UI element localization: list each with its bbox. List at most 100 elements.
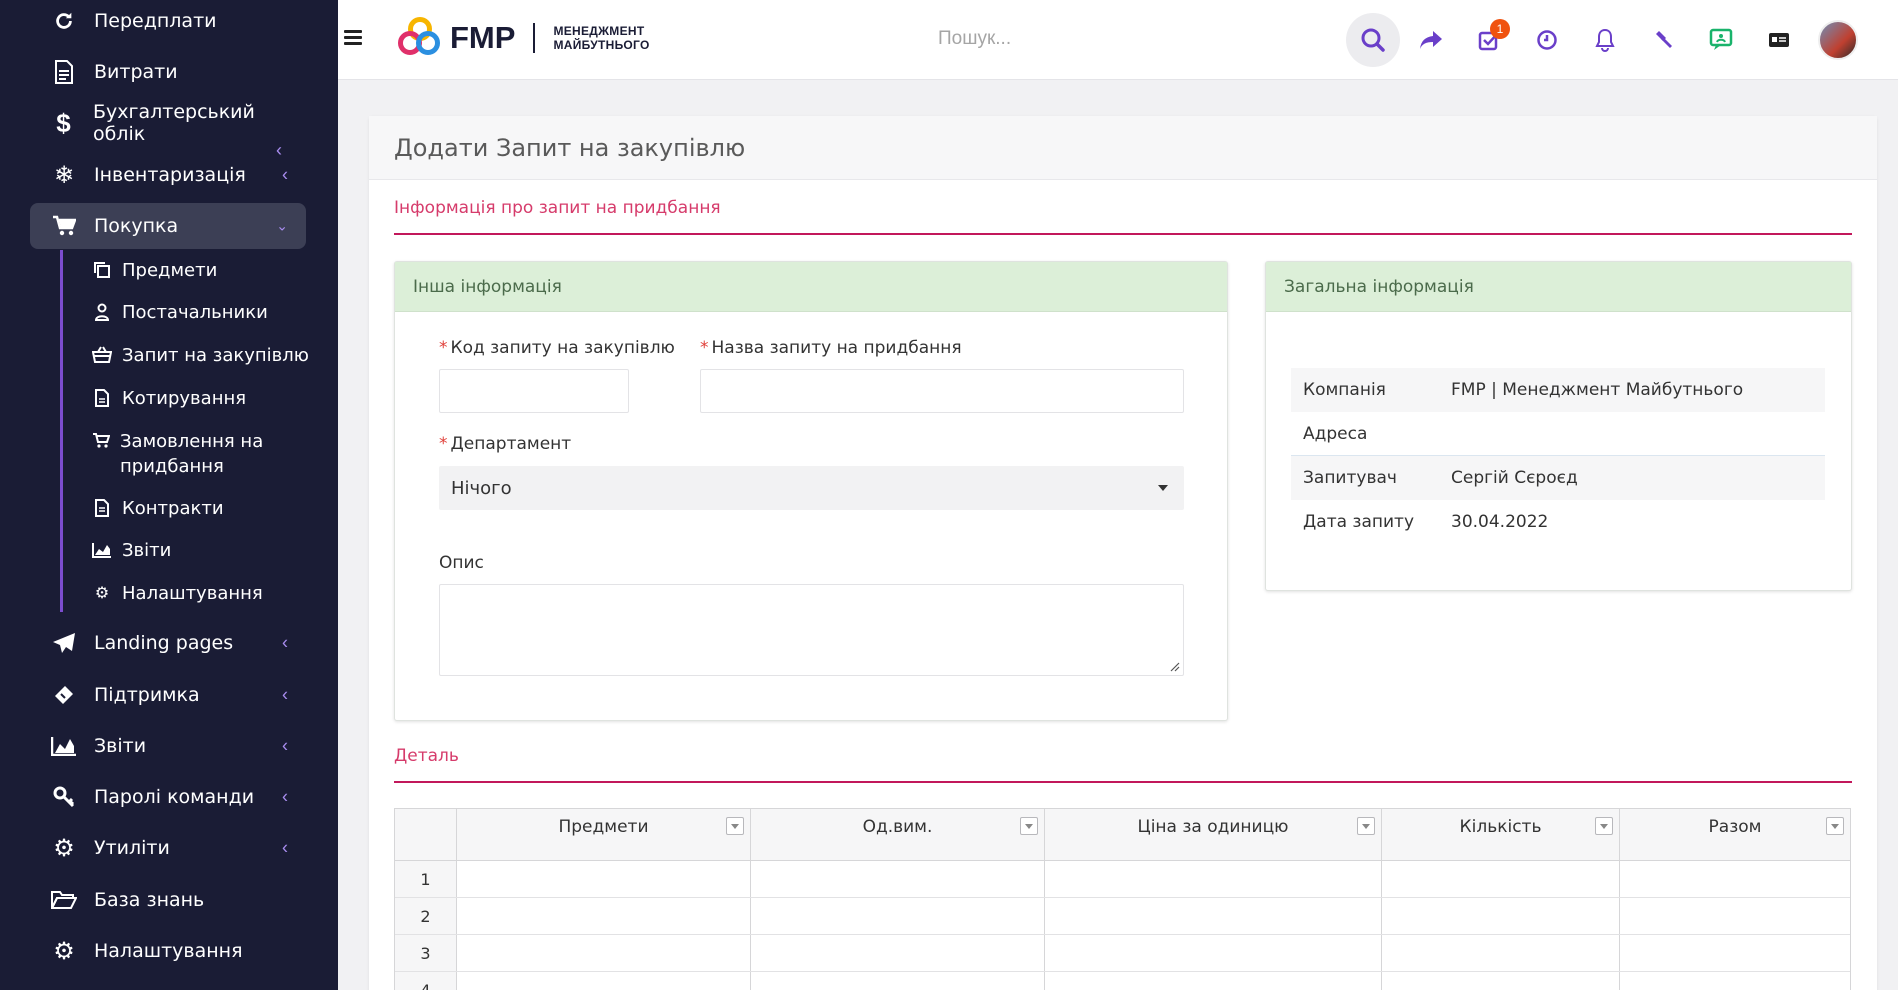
chat-button[interactable] (1694, 13, 1748, 67)
resize-grip-icon[interactable] (1170, 662, 1180, 672)
submenu-item-items[interactable]: Предмети (92, 258, 312, 283)
chevron-left-icon: ‹ (282, 632, 288, 653)
chevron-left-icon: ‹ (282, 164, 288, 185)
description-textarea[interactable] (439, 584, 1184, 676)
filter-dropdown-icon[interactable] (1357, 817, 1375, 835)
submenu-item-contracts[interactable]: Контракти (92, 496, 312, 521)
chevron-left-icon: ‹ (282, 735, 288, 756)
logo-rings-icon (398, 16, 444, 60)
cell-items[interactable] (457, 861, 751, 897)
gavel-button[interactable] (1636, 13, 1690, 67)
menu-toggle-icon[interactable] (344, 30, 362, 48)
cell-unit-price[interactable] (1045, 861, 1382, 897)
column-header-items[interactable]: Предмети (457, 809, 751, 860)
filter-dropdown-icon[interactable] (1595, 817, 1613, 835)
cell-total[interactable] (1620, 972, 1850, 990)
column-header-unit[interactable]: Од.вим. (751, 809, 1045, 860)
department-label: * Департамент (439, 434, 571, 454)
sidebar-item-team-passwords[interactable]: Паролі команди ‹ (30, 774, 306, 820)
search-input[interactable] (938, 28, 1238, 50)
submenu-item-purchase-orders[interactable]: Замовлення на придбання (92, 429, 312, 479)
table-row: 1 (395, 861, 1850, 898)
submenu-item-purchase-request[interactable]: Запит на закупівлю (92, 343, 312, 368)
chart-icon (48, 736, 80, 756)
submenu-label: Предмети (122, 260, 218, 281)
sidebar-item-accounting[interactable]: $ Бухгалтерський облік (30, 100, 306, 146)
user-icon (92, 302, 112, 322)
cell-quantity[interactable] (1382, 972, 1620, 990)
info-row-address: Адреса (1291, 412, 1825, 456)
sidebar-item-landing-pages[interactable]: Landing pages ‹ (30, 620, 306, 666)
info-key: Дата запиту (1303, 512, 1415, 532)
sidebar-item-settings[interactable]: ⚙ Налаштування (30, 928, 306, 974)
cell-total[interactable] (1620, 898, 1850, 934)
share-button[interactable] (1404, 13, 1458, 67)
cart-icon (48, 215, 80, 237)
cell-total[interactable] (1620, 861, 1850, 897)
cell-quantity[interactable] (1382, 861, 1620, 897)
sidebar-item-utilities[interactable]: ⚙ Утиліти ‹ (30, 825, 306, 871)
chevron-down-icon: ⌄ (276, 217, 288, 234)
other-info-panel: Інша інформація * Код запиту на закупівлю… (394, 261, 1228, 721)
card-header: Додати Запит на закупівлю (369, 116, 1877, 180)
info-row-requester: Запитувач Сергій Сєроєд (1291, 456, 1825, 500)
sidebar-item-label: Інвентаризація (94, 164, 246, 186)
column-header-quantity[interactable]: Кількість (1382, 809, 1620, 860)
cell-unit[interactable] (751, 898, 1045, 934)
cell-quantity[interactable] (1382, 898, 1620, 934)
column-header-unit-price[interactable]: Ціна за одиницю (1045, 809, 1382, 860)
sidebar-item-purchase[interactable]: Покупка ⌄ (30, 203, 306, 249)
page-title: Додати Запит на закупівлю (394, 133, 746, 162)
key-icon (48, 785, 80, 809)
section-title-info: Інформація про запит на придбання (394, 198, 721, 218)
purchase-request-card: Додати Запит на закупівлю Інформація про… (369, 116, 1877, 990)
sidebar-item-expenses[interactable]: Витрати (30, 49, 306, 95)
cell-unit-price[interactable] (1045, 972, 1382, 990)
submenu-label: Замовлення на придбання (120, 431, 264, 477)
row-number: 1 (395, 861, 457, 897)
sidebar-item-label: Налаштування (94, 940, 243, 962)
cell-quantity[interactable] (1382, 935, 1620, 971)
sidebar-item-label: Утиліти (94, 837, 170, 859)
copy-icon (92, 260, 112, 280)
sidebar-item-knowledge-base[interactable]: База знань (30, 877, 306, 923)
cell-unit[interactable] (751, 972, 1045, 990)
contact-card-button[interactable] (1752, 13, 1806, 67)
cell-unit[interactable] (751, 935, 1045, 971)
logo[interactable]: FMP МЕНЕДЖМЕНТ МАЙБУТНЬОГО (398, 16, 650, 60)
sidebar-item-reports[interactable]: Звіти ‹ (30, 723, 306, 769)
sidebar-item-subscriptions[interactable]: Передплати (30, 0, 306, 44)
notifications-button[interactable] (1578, 13, 1632, 67)
avatar[interactable] (1818, 20, 1858, 60)
row-number: 3 (395, 935, 457, 971)
cell-items[interactable] (457, 972, 751, 990)
cell-unit-price[interactable] (1045, 898, 1382, 934)
submenu-item-settings[interactable]: ⚙ Налаштування (92, 581, 312, 606)
info-key: Запитувач (1303, 468, 1397, 488)
request-code-input[interactable] (439, 369, 629, 413)
submenu-item-vendors[interactable]: Постачальники (92, 300, 312, 325)
timer-button[interactable] (1520, 13, 1574, 67)
department-select[interactable]: Нічого (439, 466, 1184, 510)
submenu-item-reports[interactable]: Звіти (92, 538, 312, 563)
cell-unit-price[interactable] (1045, 935, 1382, 971)
column-header-total[interactable]: Разом (1620, 809, 1850, 860)
filter-dropdown-icon[interactable] (726, 817, 744, 835)
sidebar-item-support[interactable]: Підтримка ‹ (30, 672, 306, 718)
cell-items[interactable] (457, 898, 751, 934)
description-label: Опис (439, 553, 484, 573)
submenu-item-quotations[interactable]: Котирування (92, 386, 312, 411)
request-name-input[interactable] (700, 369, 1184, 413)
cell-unit[interactable] (751, 861, 1045, 897)
filter-dropdown-icon[interactable] (1826, 817, 1844, 835)
search-button[interactable] (1346, 13, 1400, 67)
sidebar-item-label: Звіти (94, 735, 147, 757)
sidebar-item-inventory[interactable]: ❄ Інвентаризація ‹ (30, 152, 306, 198)
cell-items[interactable] (457, 935, 751, 971)
row-number: 4 (395, 972, 457, 990)
info-row-request-date: Дата запиту 30.04.2022 (1291, 500, 1825, 544)
clock-icon (1537, 30, 1557, 50)
todo-button[interactable]: 1 (1462, 13, 1516, 67)
cell-total[interactable] (1620, 935, 1850, 971)
filter-dropdown-icon[interactable] (1020, 817, 1038, 835)
